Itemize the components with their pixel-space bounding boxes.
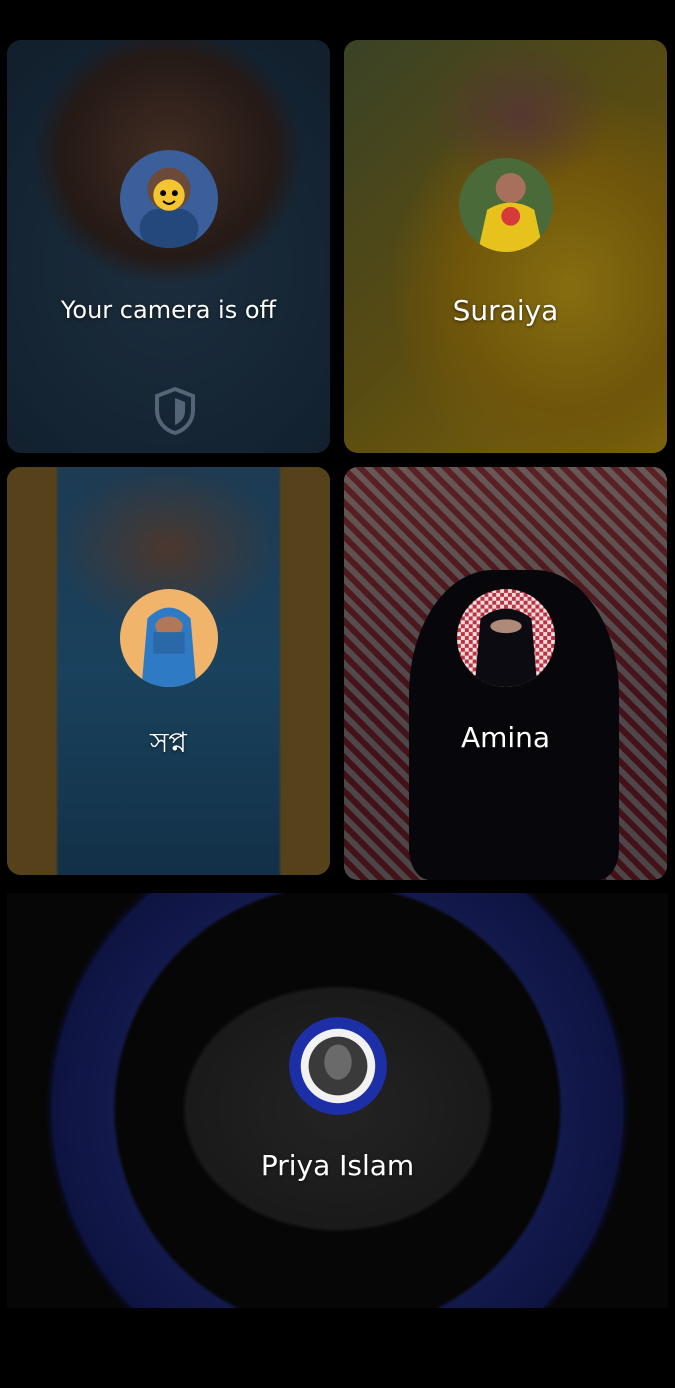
video-tile-self[interactable]: Your camera is off	[7, 40, 330, 453]
avatar-suraiya	[458, 158, 553, 252]
video-tile-amina[interactable]: Amina	[344, 467, 667, 880]
video-tile-suraiya[interactable]: Suraiya	[344, 40, 667, 453]
avatar-swapno	[119, 589, 218, 687]
participant-name-amina: Amina	[460, 721, 551, 754]
participant-name-suraiya: Suraiya	[452, 294, 559, 327]
avatar-priya	[288, 1017, 387, 1115]
participant-name-swapno: সপ্ন	[150, 726, 187, 759]
avatar-amina	[456, 589, 555, 687]
camera-off-label: Your camera is off	[60, 296, 277, 324]
avatar-self	[119, 150, 218, 248]
video-tile-priya[interactable]: Priya Islam	[7, 893, 668, 1308]
video-tile-swapno[interactable]: সপ্ন	[7, 467, 330, 875]
shield-icon	[155, 386, 195, 436]
participant-name-priya: Priya Islam	[260, 1149, 415, 1182]
